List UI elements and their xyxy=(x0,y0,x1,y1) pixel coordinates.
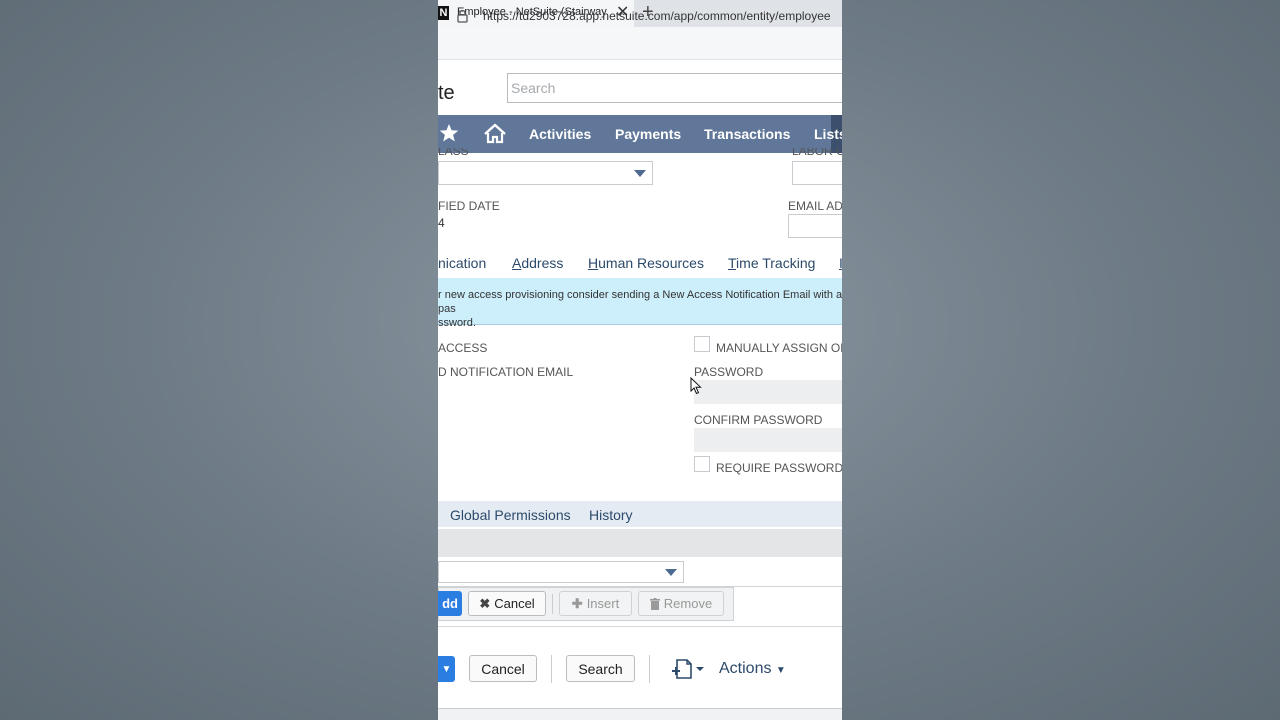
chevron-down-icon: ▼ xyxy=(775,665,786,676)
home-icon[interactable] xyxy=(483,123,507,144)
divider xyxy=(552,594,553,614)
url-text[interactable]: https://td2903728.app.netsuite.com/app/c… xyxy=(483,9,831,23)
labor-cost-field[interactable] xyxy=(792,161,842,185)
require-password-change-checkbox[interactable] xyxy=(694,456,710,472)
nav-payments[interactable]: Payments xyxy=(615,126,681,142)
address-bar[interactable] xyxy=(438,27,842,60)
modified-date-label: FIED DATE xyxy=(438,199,500,213)
subtab-more[interactable]: I xyxy=(839,255,842,271)
trash-icon xyxy=(649,597,660,610)
subtab-time-tracking[interactable]: Time Tracking xyxy=(728,255,815,271)
email-label: EMAIL ADD xyxy=(788,199,842,213)
class-dropdown[interactable] xyxy=(438,161,653,185)
global-search-input[interactable] xyxy=(507,73,842,103)
labor-cost-label: LABOR CO xyxy=(792,148,842,156)
divider xyxy=(649,655,650,683)
close-icon: ✖ xyxy=(479,595,491,611)
search-button[interactable]: Search xyxy=(566,655,635,682)
send-notification-email-label: D NOTIFICATION EMAIL xyxy=(438,365,574,379)
nav-activities[interactable]: Activities xyxy=(529,126,591,142)
page-footer xyxy=(438,708,842,720)
divider xyxy=(551,655,552,683)
new-document-icon[interactable] xyxy=(671,658,705,680)
insert-line-button[interactable]: ✚ Insert xyxy=(559,591,632,616)
password-input[interactable] xyxy=(694,380,842,404)
cancel-button[interactable]: Cancel xyxy=(469,655,537,682)
role-dropdown[interactable] xyxy=(438,561,684,583)
nav-transactions[interactable]: Transactions xyxy=(704,126,790,142)
class-label: LASS xyxy=(438,148,469,156)
subtab-communication[interactable]: nication xyxy=(438,255,486,271)
give-access-label: ACCESS xyxy=(438,341,488,355)
chevron-down-icon xyxy=(665,569,677,576)
tab-global-permissions[interactable]: Global Permissions xyxy=(450,507,571,523)
cancel-line-button[interactable]: ✖ Cancel xyxy=(468,591,546,616)
tab-history[interactable]: History xyxy=(589,507,633,523)
confirm-password-label: CONFIRM PASSWORD xyxy=(694,413,823,427)
actions-menu[interactable]: Actions ▼ xyxy=(719,660,786,678)
remove-line-button[interactable]: Remove xyxy=(638,591,724,616)
chevron-down-icon xyxy=(634,170,646,177)
sublist-header xyxy=(438,529,842,557)
manually-assign-checkbox[interactable] xyxy=(694,336,710,352)
mouse-cursor-icon xyxy=(690,377,702,395)
require-password-change-label: REQUIRE PASSWORD CH xyxy=(716,461,842,475)
subtab-address[interactable]: Address xyxy=(512,255,563,271)
netsuite-favicon-icon: N xyxy=(438,6,449,20)
email-field[interactable] xyxy=(788,214,842,238)
search-placeholder: Search xyxy=(511,80,556,96)
save-dropdown-button[interactable]: ▼ xyxy=(438,656,455,682)
nav-lists[interactable]: Lists xyxy=(814,126,842,142)
netsuite-logo: te xyxy=(438,82,455,104)
lock-icon xyxy=(457,9,468,23)
manually-assign-label: MANUALLY ASSIGN OR xyxy=(716,341,842,355)
star-icon[interactable] xyxy=(439,123,459,143)
browser-window: N Employee - NetSuite (Stairway fo ✕ + h… xyxy=(438,0,842,720)
notice-text: r new access provisioning consider sendi… xyxy=(438,289,842,329)
chevron-down-icon: ▼ xyxy=(441,663,452,675)
subtab-human-resources[interactable]: Human Resources xyxy=(588,255,704,271)
password-label: PASSWORD xyxy=(694,365,764,379)
plus-icon: ✚ xyxy=(571,595,583,611)
add-line-button[interactable]: dd xyxy=(438,591,462,616)
confirm-password-input[interactable] xyxy=(694,428,842,452)
modified-date-value: 4 xyxy=(438,216,445,230)
